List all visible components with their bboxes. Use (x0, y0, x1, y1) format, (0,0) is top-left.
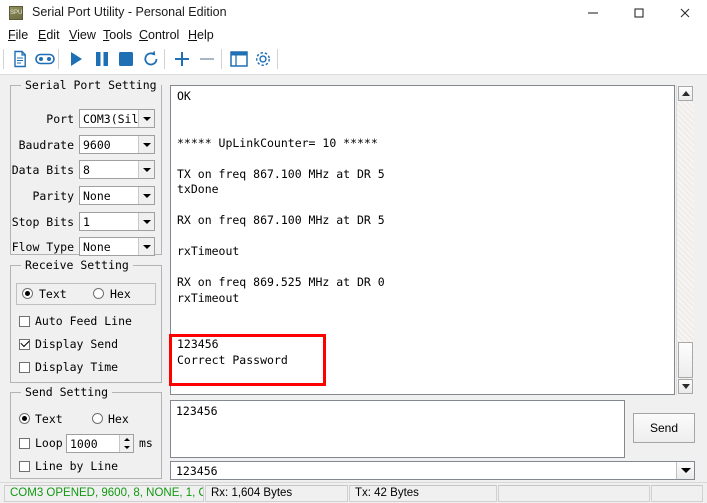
menu-bar: File Edit View Tools Control Help (0, 26, 707, 44)
parity-label: Parity (32, 189, 74, 203)
chevron-down-icon[interactable] (138, 110, 154, 127)
send-text-radio[interactable] (19, 413, 30, 424)
receive-format-frame (16, 283, 156, 305)
scroll-down-button[interactable] (678, 379, 693, 394)
line-by-line-checkbox[interactable] (19, 461, 30, 472)
title-bar: SPU Serial Port Utility - Personal Editi… (0, 0, 707, 27)
baudrate-combo[interactable]: 9600 (79, 135, 155, 154)
serial-port-utility-window: SPU Serial Port Utility - Personal Editi… (0, 0, 707, 503)
password-highlight-box (169, 334, 326, 386)
display-time-label: Display Time (35, 360, 119, 374)
menu-file[interactable]: File (5, 27, 31, 43)
window-title: Serial Port Utility - Personal Edition (32, 5, 227, 19)
gear-icon[interactable] (251, 47, 275, 71)
stop-bits-combo[interactable]: 1 (79, 212, 155, 231)
status-cell-5 (651, 485, 703, 502)
toolbar-separator (58, 49, 59, 69)
status-cell-4 (498, 485, 650, 502)
port-combo[interactable]: COM3(Sil (79, 109, 155, 128)
status-connection: COM3 OPENED, 9600, 8, NONE, 1, OFF (4, 485, 204, 502)
chevron-down-icon[interactable] (138, 161, 154, 178)
chevron-down-icon[interactable] (138, 187, 154, 204)
loop-unit-label: ms (139, 436, 153, 450)
minus-icon[interactable] (195, 47, 219, 71)
minimize-button[interactable] (570, 0, 615, 26)
data-bits-label: Data Bits (11, 163, 74, 177)
record-icon[interactable] (33, 47, 57, 71)
status-tx-bytes: Tx: 42 Bytes (349, 485, 497, 502)
stop-bits-value: 1 (83, 215, 90, 229)
menu-control[interactable]: Control (136, 27, 182, 43)
receive-text-label: Text (39, 287, 67, 301)
status-bar: COM3 OPENED, 9600, 8, NONE, 1, OFF Rx: 1… (0, 482, 707, 503)
send-input-value: 123456 (176, 404, 218, 418)
display-send-label: Display Send (35, 337, 119, 351)
auto-feed-line-checkbox[interactable] (19, 316, 30, 327)
receive-setting-title: Receive Setting (21, 258, 133, 272)
flow-type-value: None (83, 240, 111, 254)
stop-icon[interactable] (114, 47, 138, 71)
menu-view[interactable]: View (66, 27, 99, 43)
chevron-down-icon[interactable] (138, 238, 154, 255)
refresh-icon[interactable] (139, 47, 163, 71)
menu-edit[interactable]: Edit (35, 27, 63, 43)
loop-interval-stepper[interactable]: 1000 (66, 434, 134, 453)
port-value: COM3(Sil (83, 112, 139, 126)
baudrate-label: Baudrate (18, 138, 74, 152)
send-hex-label: Hex (108, 412, 129, 426)
close-button[interactable] (662, 0, 707, 26)
toolbar-separator (3, 49, 4, 69)
chevron-down-icon[interactable] (676, 462, 694, 479)
chevron-down-icon[interactable] (138, 213, 154, 230)
play-icon[interactable] (64, 47, 88, 71)
receive-hex-radio[interactable] (93, 288, 104, 299)
scrollbar-track[interactable] (677, 101, 694, 379)
receive-text-radio[interactable] (22, 288, 33, 299)
display-time-checkbox[interactable] (19, 362, 30, 373)
plus-icon[interactable] (170, 47, 194, 71)
stop-bits-label: Stop Bits (11, 215, 74, 229)
send-hex-radio[interactable] (92, 413, 103, 424)
send-history-combo[interactable]: 123456 (170, 461, 695, 480)
flow-type-label: Flow Type (11, 240, 74, 254)
scrollbar-thumb[interactable] (678, 342, 693, 378)
auto-feed-line-label: Auto Feed Line (35, 314, 132, 328)
receive-hex-label: Hex (110, 287, 131, 301)
terminal-scrollbar[interactable] (676, 85, 694, 395)
loop-label: Loop (35, 436, 63, 450)
display-send-checkbox[interactable] (19, 339, 30, 350)
toolbar-separator (277, 49, 278, 69)
scroll-up-button[interactable] (678, 86, 693, 101)
line-by-line-label: Line by Line (35, 459, 119, 473)
status-rx-bytes: Rx: 1,604 Bytes (205, 485, 348, 502)
loop-checkbox[interactable] (19, 438, 30, 449)
serial-port-setting-title: Serial Port Setting (21, 78, 161, 92)
baudrate-value: 9600 (83, 138, 111, 152)
send-text-label: Text (35, 412, 63, 426)
stepper-arrows-icon[interactable] (119, 435, 133, 452)
toolbar (0, 44, 707, 75)
layout-icon[interactable] (227, 47, 251, 71)
pause-icon[interactable] (90, 47, 114, 71)
menu-tools[interactable]: Tools (100, 27, 135, 43)
parity-value: None (83, 189, 111, 203)
flow-type-combo[interactable]: None (79, 237, 155, 256)
data-bits-value: 8 (83, 163, 90, 177)
new-file-icon[interactable] (8, 47, 32, 71)
loop-interval-value: 1000 (70, 437, 98, 451)
data-bits-combo[interactable]: 8 (79, 160, 155, 179)
toolbar-separator (164, 49, 165, 69)
send-history-value: 123456 (176, 464, 218, 478)
send-setting-title: Send Setting (21, 385, 113, 399)
send-button[interactable]: Send (633, 413, 695, 443)
maximize-button[interactable] (616, 0, 661, 26)
app-icon: SPU (9, 6, 23, 20)
toolbar-separator (221, 49, 222, 69)
port-label: Port (46, 112, 74, 126)
chevron-down-icon[interactable] (138, 136, 154, 153)
menu-help[interactable]: Help (185, 27, 217, 43)
parity-combo[interactable]: None (79, 186, 155, 205)
send-input[interactable]: 123456 (170, 400, 625, 458)
terminal-text: OK ***** UpLinkCounter= 10 ***** TX on f… (177, 89, 385, 367)
